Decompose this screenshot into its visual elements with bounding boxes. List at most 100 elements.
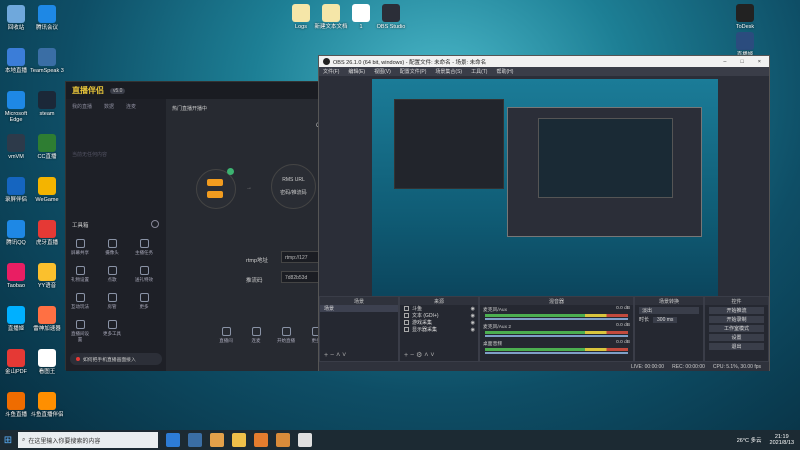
tool-icon [75,293,85,302]
obs-menu-item[interactable]: 配置文件(P) [400,68,427,75]
source-item[interactable]: 显示器采集 ◉ [400,326,478,333]
desktop-icon[interactable]: 看图王 [29,349,65,375]
taskbar-app-icon[interactable] [188,433,202,447]
help-tip-bar[interactable]: 如何把手机直播画面接入 [70,353,162,365]
app-icon [7,392,25,410]
obs-menu-item[interactable]: 编辑(E) [348,68,365,75]
toolbox-item[interactable]: 主播任务 [134,239,154,256]
taskbar-app-icon[interactable] [232,433,246,447]
scene-add-icon[interactable]: + − ˄ ˅ [324,352,346,359]
desktop-icon-label: ToDesk [735,24,755,30]
obs-menu-item[interactable]: 场景集合(S) [435,68,462,75]
app-icon [736,4,754,22]
taskbar-app-icon[interactable] [166,433,180,447]
desktop-icon[interactable]: steam [29,91,65,117]
obs-logo-icon [323,58,330,65]
duration-field[interactable]: 300 ms [653,316,678,323]
controls-panel: 控件 开始推流 开始录制 工作室模式 设置 退出 [704,296,769,362]
streaming-right-pane: 热门直播开播中 OB → RMS URL 密码/推流码 rtmp地址 rtmp:… [166,99,326,371]
app-icon [38,5,56,23]
obs-statusbar: LIVE: 00:00:00 REC: 00:00:00 CPU: 5.1%, … [319,362,769,371]
source-item[interactable]: 游戏采集 ◉ [400,319,478,326]
app-icon [7,220,25,238]
toolbox-item[interactable]: 房管 [102,293,122,310]
toolbox-item-label: 更多 [139,304,149,309]
desktop-icon[interactable]: YY语音 [29,263,65,289]
app-icon [7,48,25,66]
visibility-eye-icon[interactable]: ◉ [471,327,475,333]
control-button[interactable]: 开始录制 [709,316,764,323]
desktop-icon[interactable]: OBS Studio [373,4,409,30]
visibility-eye-icon[interactable]: ◉ [471,306,475,312]
obs-menu-item[interactable]: 工具(T) [471,68,487,75]
obs-menu-item[interactable]: 视图(V) [374,68,391,75]
source-label: 文本 (GDI+) [412,313,439,319]
toolbox-item[interactable]: 点歌 [102,266,122,283]
bottom-action[interactable]: 直播间 [216,327,236,344]
weather-status[interactable]: 26°C 多云 [737,436,762,444]
toolbox-more-icon[interactable] [151,220,159,228]
track-name: 麦克风/Aux [483,308,507,313]
toolbox-item[interactable]: 礼物设置 [70,266,90,283]
bottom-action[interactable]: 开始直播 [276,327,296,344]
transition-select[interactable]: 淡出 [639,307,699,314]
windows-taskbar: ⊞ ⌕ 在这里输入你要搜索的内容 26°C 多云 21:19 2021/8/13 [0,430,800,450]
desktop-icon[interactable]: 腾讯会议 [29,5,65,31]
toolbox-item[interactable]: 直播间设置 [70,320,90,343]
source-item[interactable]: 文本 (GDI+) ◉ [400,312,478,319]
search-icon: ⌕ [22,436,26,443]
toolbox-item-label: 主播任务 [135,250,153,255]
desktop-icon-label: WeGame [35,197,59,203]
volume-slider[interactable] [485,335,628,337]
maximize-icon[interactable]: □ [740,59,743,65]
toolbox-item[interactable]: 摄像头 [102,239,122,256]
control-button[interactable]: 设置 [709,334,764,341]
close-icon[interactable]: × [758,59,761,65]
visibility-eye-icon[interactable]: ◉ [471,313,475,319]
bottom-action[interactable]: 连麦 [246,327,266,344]
app-icon [7,91,25,109]
desktop-icon[interactable]: CC直播 [29,134,65,160]
control-button[interactable]: 退出 [709,343,764,350]
tab-my-stream[interactable]: 我的直播 [72,103,92,110]
toolbox-item[interactable]: 更多 [134,293,154,310]
desktop-icon[interactable]: TeamSpeak 3 [29,48,65,74]
taskbar-app-icon[interactable] [276,433,290,447]
toolbox-item[interactable]: 更多工具 [102,320,122,337]
toolbox-item[interactable]: 互动玩法 [70,293,90,310]
bottom-action-label: 直播间 [219,338,233,343]
scene-item[interactable]: 场景 [320,305,398,312]
tool-icon [107,239,117,248]
control-button[interactable]: 开始推流 [709,307,764,314]
visibility-eye-icon[interactable]: ◉ [471,320,475,326]
taskbar-search-box[interactable]: ⌕ 在这里输入你要搜索的内容 [18,432,158,448]
desktop-icon[interactable]: WeGame [29,177,65,203]
minimize-icon[interactable]: – [723,59,726,65]
volume-slider[interactable] [485,318,628,320]
stream-title: 热门直播开播中 [172,106,208,112]
tab-link[interactable]: 连麦 [126,103,136,110]
toolbox-item[interactable]: 送礼特效 [134,266,154,283]
taskbar-app-icon[interactable] [210,433,224,447]
volume-slider[interactable] [485,352,628,354]
obs-window: OBS 26.1.0 (64 bit, windows) - 配置文件: 未命名… [318,55,770,371]
desktop-icon[interactable]: 斗鱼直播伴侣 [29,392,65,418]
obs-menu-item[interactable]: 帮助(H) [496,68,513,75]
desktop-icon-label: steam [39,111,55,117]
taskbar-app-icon[interactable] [298,433,312,447]
tab-data[interactable]: 数据 [104,103,114,110]
start-icon[interactable]: ⊞ [0,432,16,448]
taskbar-app-icon[interactable] [254,433,268,447]
control-button[interactable]: 工作室模式 [709,325,764,332]
app-icon [382,4,400,22]
empty-notice: 当前无任何内容 [72,152,108,158]
source-item[interactable]: 斗鱼 ◉ [400,305,478,312]
source-add-icon[interactable]: + − ⚙ ˄ ˅ [404,351,434,359]
desktop-icon[interactable]: 虎牙直播 [29,220,65,246]
desktop-icon[interactable]: 雷神加速器 [29,306,65,332]
obs-menu-item[interactable]: 文件(F) [323,68,339,75]
desktop-icon[interactable]: ToDesk [727,4,763,30]
clock[interactable]: 21:19 2021/8/13 [770,434,794,446]
desktop-icon-label: 看图王 [38,369,56,375]
toolbox-item[interactable]: 屏幕共享 [70,239,90,256]
